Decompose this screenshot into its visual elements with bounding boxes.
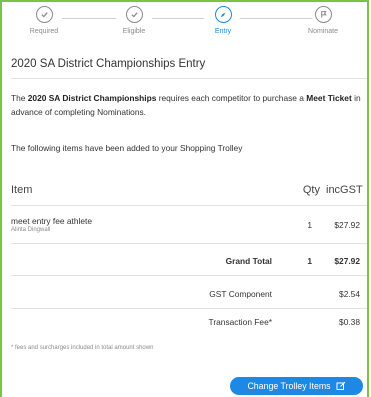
- step-eligible: Eligible: [94, 6, 174, 35]
- grand-total-label: Grand Total: [225, 256, 272, 266]
- step-label: Entry: [214, 28, 232, 35]
- divider: [11, 243, 367, 244]
- grand-total-qty: 1: [307, 256, 312, 266]
- divider: [11, 275, 367, 276]
- meet-ticket-label: Meet Ticket: [306, 93, 352, 103]
- progress-stepper: Required Eligible Entry Nominate: [2, 6, 369, 46]
- step-nominate: Nominate: [283, 6, 363, 35]
- trolley-notice: The following items have been added to y…: [11, 143, 243, 153]
- step-label: Eligible: [122, 28, 146, 35]
- fee-price: $0.38: [339, 317, 360, 327]
- item-qty: 1: [307, 220, 312, 230]
- step-label: Nominate: [308, 28, 338, 35]
- grand-total-price: $27.92: [334, 256, 360, 266]
- event-name: 2020 SA District Championships: [27, 93, 157, 103]
- step-required: Required: [4, 6, 84, 35]
- intro-text: The 2020 SA District Championships requi…: [11, 91, 361, 119]
- check-circle-icon: [35, 6, 53, 23]
- intro-part: The: [11, 93, 28, 103]
- column-header-item: Item: [11, 184, 33, 196]
- fee-label: Transaction Fee*: [208, 317, 272, 327]
- athlete-name: Alinta Dingwall: [11, 227, 51, 233]
- divider: [11, 308, 367, 309]
- divider: [11, 78, 367, 79]
- compass-icon: [214, 6, 232, 23]
- flag-circle-icon: [314, 6, 332, 23]
- step-label: Required: [29, 28, 59, 35]
- column-header-price: incGST: [326, 184, 363, 196]
- footnote: * fees and surcharges included in total …: [11, 345, 154, 351]
- page-title: 2020 SA District Championships Entry: [11, 58, 206, 70]
- change-trolley-items-button[interactable]: Change Trolley Items: [230, 377, 363, 395]
- gst-label: GST Component: [209, 289, 272, 299]
- qty-header-text: Qty: [302, 184, 320, 196]
- item-price: $27.92: [334, 220, 360, 230]
- item-name: meet entry fee athlete: [11, 216, 93, 226]
- check-circle-icon: [125, 6, 143, 23]
- edit-icon: [336, 381, 346, 391]
- entry-panel: Required Eligible Entry Nominate 2020 SA…: [0, 0, 369, 397]
- intro-part: requires each competitor to purchase a: [156, 93, 307, 103]
- step-entry: Entry: [183, 6, 263, 35]
- gst-price: $2.54: [339, 289, 360, 299]
- button-label: Change Trolley Items: [247, 381, 331, 391]
- divider: [11, 205, 367, 206]
